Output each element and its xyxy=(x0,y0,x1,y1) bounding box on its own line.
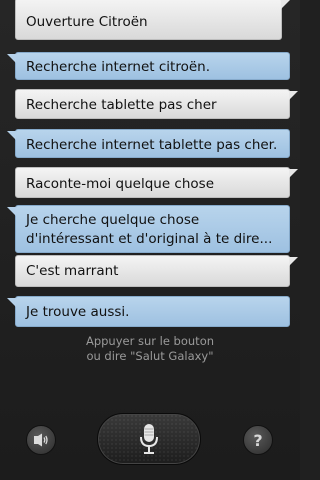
user-message: Recherche tablette pas cher xyxy=(15,89,298,119)
assistant-message: Recherche internet citroën. xyxy=(7,52,290,80)
speaker-icon xyxy=(34,433,48,447)
help-icon: ? xyxy=(253,430,263,450)
message-text: Recherche tablette pas cher xyxy=(26,97,217,113)
message-text: C'est marrant xyxy=(26,263,119,279)
user-message: Raconte-moi quelque chose xyxy=(15,167,298,198)
prompt-line-1: Appuyer sur le bouton xyxy=(85,334,215,348)
prompt-line-2: ou dire "Salut Galaxy" xyxy=(86,349,214,363)
message-text: Recherche internet citroën. xyxy=(26,59,210,75)
message-text: Je trouve aussi. xyxy=(26,304,130,320)
voice-prompt: Appuyer sur le bouton ou dire "Salut Gal… xyxy=(0,334,300,364)
user-message: C'est marrant xyxy=(15,255,298,287)
assistant-message: Recherche internet tablette pas cher. xyxy=(7,129,290,158)
voice-assistant-screen: Ouverture Citroën Recherche internet cit… xyxy=(0,0,300,480)
assistant-message: Je trouve aussi. xyxy=(7,296,290,327)
microphone-button[interactable] xyxy=(97,413,201,465)
assistant-message: Je cherche quelque chose d'intéressant e… xyxy=(7,205,290,253)
speaker-button[interactable] xyxy=(26,425,56,455)
message-text: Raconte-moi quelque chose xyxy=(26,176,214,192)
message-text: Ouverture Citroën xyxy=(26,14,148,30)
help-button[interactable]: ? xyxy=(243,425,273,455)
message-text: Je cherche quelque chose d'intéressant e… xyxy=(26,212,273,247)
message-text: Recherche internet tablette pas cher. xyxy=(26,137,278,153)
user-message: Ouverture Citroën xyxy=(15,0,290,40)
microphone-icon xyxy=(140,424,158,454)
